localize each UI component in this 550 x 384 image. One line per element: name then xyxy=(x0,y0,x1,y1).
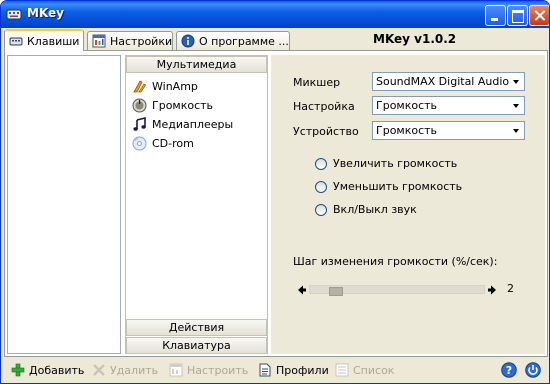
tab-settings-label: Настройки xyxy=(110,34,173,48)
device-label: Устройство xyxy=(293,125,359,138)
remove-button[interactable]: Удалить xyxy=(92,363,158,377)
radio-decrease-volume[interactable]: Уменьшить громкость xyxy=(315,180,462,193)
nav-item-mediaplayers-label: Медиаплееры xyxy=(152,117,234,131)
tab-bar: Клавиши Настройки О программе ... MKey v… xyxy=(1,28,549,51)
tab-settings[interactable]: Настройки xyxy=(87,31,173,50)
radio-decrease-label: Уменьшить громкость xyxy=(333,180,463,193)
nav-item-winamp-label: WinAmp xyxy=(152,79,198,93)
setting-label: Настройка xyxy=(293,100,355,113)
volume-step-label: Шаг изменения громкости (%/сек): xyxy=(293,255,498,268)
arrow-right-icon[interactable] xyxy=(487,284,497,296)
nav-item-volume-label: Громкость xyxy=(152,98,214,112)
chevron-down-icon[interactable] xyxy=(509,97,524,114)
minimize-button[interactable] xyxy=(485,5,506,26)
mixer-select-value: SoundMAX Digital Audio xyxy=(376,75,510,88)
slider-thumb[interactable] xyxy=(329,287,343,296)
tab-keys-label: Клавиши xyxy=(27,34,80,48)
configure-button[interactable]: Настроить xyxy=(169,363,248,377)
category-navbar: Мультимедиа WinAmp Громкость Медиаплееры… xyxy=(125,55,268,354)
settings-icon xyxy=(92,34,106,48)
settings-icon xyxy=(169,363,183,377)
plus-icon xyxy=(11,363,25,377)
title-bar[interactable]: MKey xyxy=(1,1,549,28)
volume-step-value: 2 xyxy=(507,282,514,295)
radio-mute-toggle[interactable]: Вкл/Выкл звук xyxy=(315,203,417,216)
radio-circle-icon[interactable] xyxy=(315,180,327,193)
app-keyboard-icon xyxy=(6,9,22,20)
volume-step-slider[interactable] xyxy=(297,284,527,296)
setting-select-value: Громкость xyxy=(376,99,438,112)
radio-circle-icon[interactable] xyxy=(315,157,327,170)
mixer-select[interactable]: SoundMAX Digital Audio xyxy=(372,72,525,91)
tab-about[interactable]: О программе ... xyxy=(176,31,290,50)
keyboard-icon xyxy=(9,37,23,46)
list-button-label: Список xyxy=(353,363,395,377)
help-icon[interactable]: ? xyxy=(501,362,517,378)
setting-select[interactable]: Громкость xyxy=(372,96,525,115)
device-select-value: Громкость xyxy=(376,124,438,137)
app-window: MKey Клавиши Настройки О программе ... M… xyxy=(0,0,550,384)
maximize-button[interactable] xyxy=(507,5,528,26)
tab-about-label: О программе ... xyxy=(199,34,289,48)
add-button[interactable]: Добавить xyxy=(11,363,84,377)
music-note-icon xyxy=(133,116,146,131)
mixer-label: Микшер xyxy=(293,76,341,89)
nav-header-keyboard[interactable]: Клавиатура xyxy=(126,337,267,354)
chevron-down-icon[interactable] xyxy=(509,122,524,139)
add-button-label: Добавить xyxy=(29,363,85,377)
version-label: MKey v1.0.2 xyxy=(373,32,457,46)
nav-item-cdrom-label: CD-rom xyxy=(152,136,194,150)
close-button[interactable] xyxy=(529,5,549,26)
bottom-toolbar: Добавить Удалить Настроить Профили Списо… xyxy=(1,359,549,383)
profiles-button[interactable]: Профили xyxy=(258,363,329,377)
profiles-button-label: Профили xyxy=(276,363,329,377)
remove-button-label: Удалить xyxy=(110,363,159,377)
key-list[interactable] xyxy=(7,55,121,354)
info-icon xyxy=(181,34,195,48)
device-select[interactable]: Громкость xyxy=(372,121,525,140)
radio-increase-volume[interactable]: Увеличить громкость xyxy=(315,157,457,170)
nav-header-actions[interactable]: Действия xyxy=(126,319,267,336)
slider-track[interactable] xyxy=(309,285,485,296)
list-icon xyxy=(335,363,349,377)
main-panel: Мультимедиа WinAmp Громкость Медиаплееры… xyxy=(4,50,548,357)
document-icon xyxy=(259,363,271,377)
nav-item-cdrom[interactable]: CD-rom xyxy=(132,134,194,152)
list-button[interactable]: Список xyxy=(335,363,394,377)
chevron-down-icon[interactable] xyxy=(509,73,524,90)
arrow-left-icon[interactable] xyxy=(297,284,307,296)
power-icon[interactable] xyxy=(525,362,541,378)
svg-text:?: ? xyxy=(506,364,512,377)
nav-header-multimedia[interactable]: Мультимедиа xyxy=(126,56,267,73)
nav-item-mediaplayers[interactable]: Медиаплееры xyxy=(132,115,233,133)
settings-pane: Микшер SoundMAX Digital Audio Настройка … xyxy=(271,55,545,354)
radio-mute-label: Вкл/Выкл звук xyxy=(333,203,417,216)
radio-circle-icon[interactable] xyxy=(315,203,327,216)
nav-item-winamp[interactable]: WinAmp xyxy=(132,77,198,95)
radio-increase-label: Увеличить громкость xyxy=(333,157,458,170)
volume-icon xyxy=(132,98,147,112)
tab-keys[interactable]: Клавиши xyxy=(4,29,84,51)
winamp-icon xyxy=(133,79,147,92)
cd-icon xyxy=(132,136,147,150)
nav-item-volume[interactable]: Громкость xyxy=(132,96,213,114)
window-title: MKey xyxy=(27,6,64,20)
delete-x-icon xyxy=(93,364,105,376)
configure-button-label: Настроить xyxy=(187,363,249,377)
